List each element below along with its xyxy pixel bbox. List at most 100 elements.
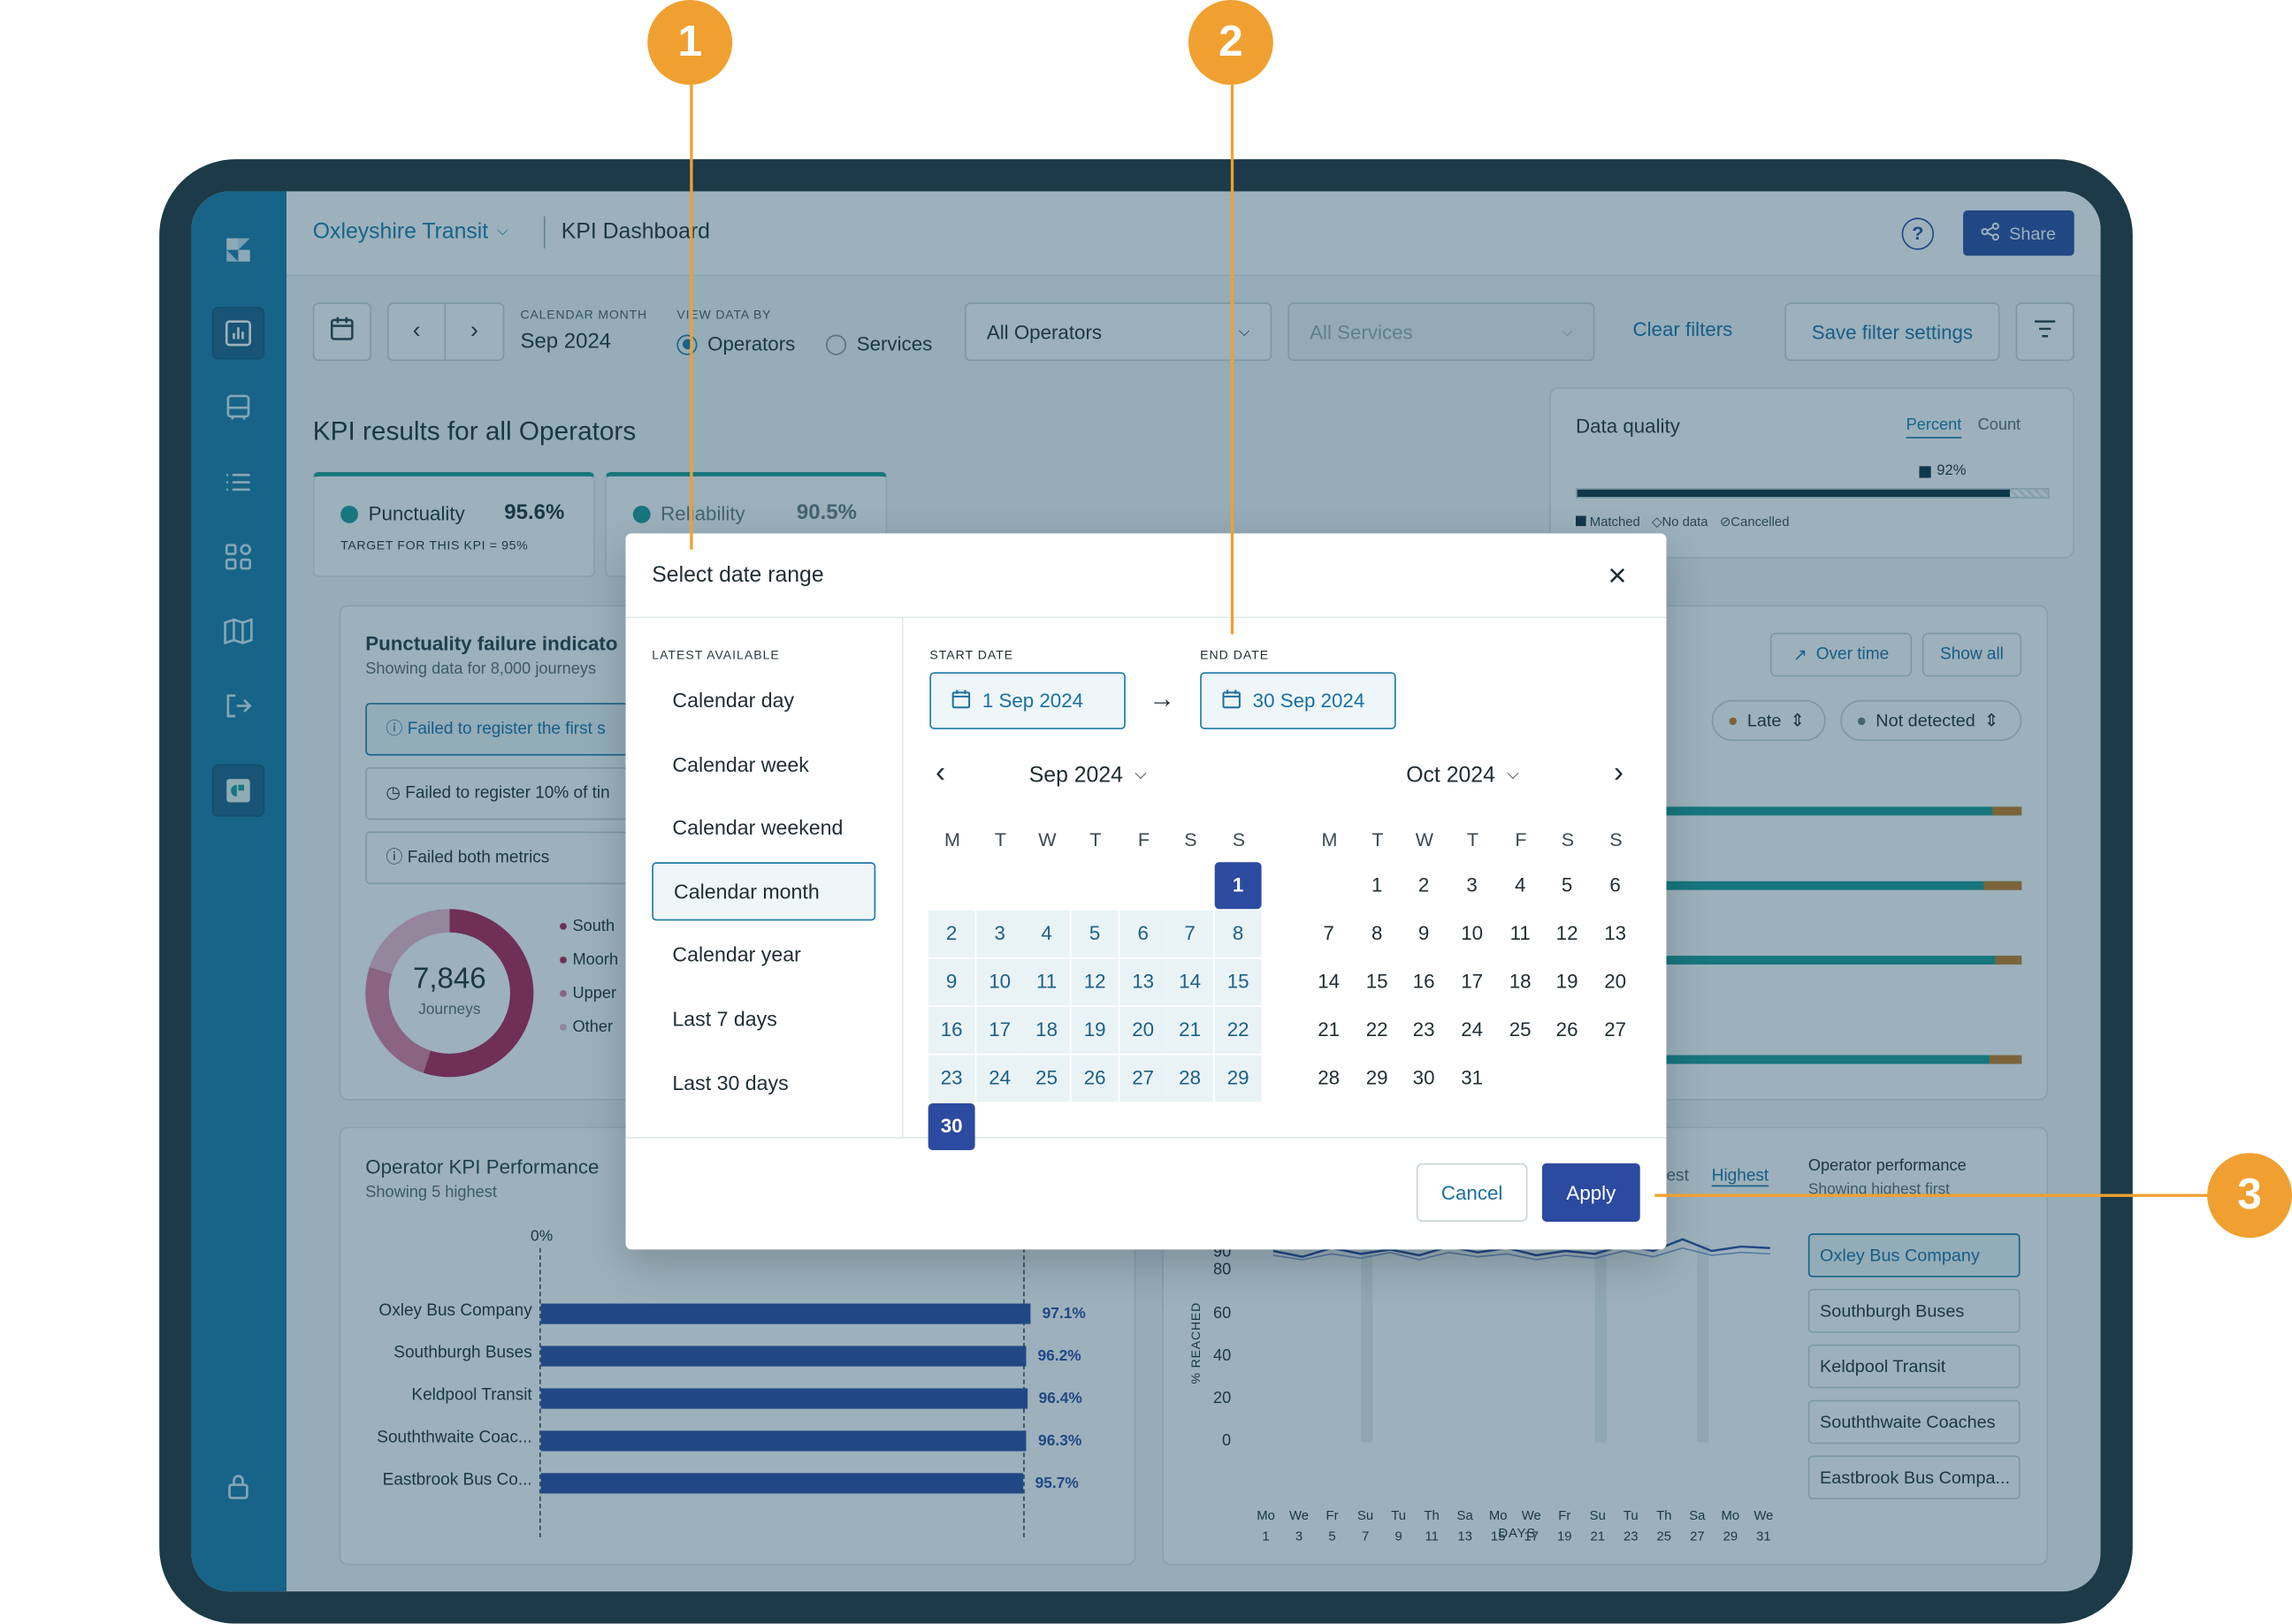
calendar-day[interactable]: 15: [1214, 958, 1262, 1006]
end-date-value: 30 Sep 2024: [1252, 690, 1365, 713]
calendar-day[interactable]: 12: [1544, 911, 1591, 957]
weekday-label: S: [1184, 828, 1197, 851]
calendar-day[interactable]: 11: [1023, 958, 1071, 1006]
calendar-day[interactable]: 6: [1592, 862, 1639, 909]
calendar-day[interactable]: 13: [1592, 911, 1639, 957]
cancel-button[interactable]: Cancel: [1416, 1163, 1528, 1222]
calendar-day[interactable]: 29: [1214, 1055, 1262, 1102]
calendar-day[interactable]: 20: [1592, 958, 1639, 1005]
prev-month-chevron-icon[interactable]: ‹: [936, 759, 945, 788]
calendar-day[interactable]: 27: [1119, 1055, 1167, 1102]
calendar-day[interactable]: 17: [976, 1006, 1024, 1054]
calendar-day[interactable]: 5: [1544, 862, 1591, 909]
callout-marker: 2: [1188, 0, 1273, 85]
calendar-day[interactable]: 10: [976, 958, 1024, 1006]
divider: [625, 1137, 1667, 1139]
chevron-down-icon: ⌵: [1135, 766, 1147, 784]
calendar-day[interactable]: 3: [1448, 862, 1495, 909]
calendar-day[interactable]: 2: [928, 910, 975, 957]
calendar-day[interactable]: 12: [1071, 958, 1119, 1006]
calendar-day[interactable]: 23: [928, 1055, 975, 1102]
divider: [625, 616, 1667, 619]
weekday-label: S: [1609, 828, 1623, 851]
calendar-day[interactable]: 13: [1119, 958, 1167, 1006]
calendar-day[interactable]: 25: [1023, 1055, 1071, 1102]
right-month-select[interactable]: Oct 2024 ⌵: [1406, 763, 1519, 788]
calendar-day[interactable]: 26: [1071, 1055, 1119, 1102]
calendar-day[interactable]: 16: [1401, 958, 1448, 1005]
calendar-day[interactable]: 1: [1214, 862, 1262, 910]
calendar-day[interactable]: 21: [1166, 1006, 1214, 1054]
arrow-right-icon: →: [1149, 683, 1176, 713]
calendar-day[interactable]: 30: [928, 1103, 975, 1150]
start-date-value: 1 Sep 2024: [982, 690, 1084, 713]
calendar-day[interactable]: 18: [1023, 1006, 1071, 1054]
calendar-day[interactable]: 3: [976, 910, 1024, 957]
close-icon[interactable]: ×: [1608, 559, 1626, 591]
apply-button[interactable]: Apply: [1541, 1163, 1640, 1222]
calendar-day[interactable]: 15: [1354, 958, 1401, 1005]
left-month-select[interactable]: Sep 2024 ⌵: [1029, 763, 1147, 788]
calendar-day[interactable]: 29: [1354, 1056, 1401, 1102]
preset-calendar-day[interactable]: Calendar day: [652, 671, 875, 729]
calendar-day[interactable]: 22: [1214, 1006, 1262, 1054]
calendar-day[interactable]: 28: [1305, 1056, 1352, 1102]
callout-line: [690, 84, 693, 550]
modal-title: Select date range: [652, 562, 824, 588]
weekday-label: T: [1466, 828, 1479, 851]
calendar-day[interactable]: 16: [928, 1006, 975, 1054]
start-date-label: START DATE: [929, 647, 1014, 662]
next-month-chevron-icon[interactable]: ›: [1614, 759, 1624, 788]
preset-calendar-weekend[interactable]: Calendar weekend: [652, 798, 875, 857]
preset-calendar-year[interactable]: Calendar year: [652, 925, 875, 983]
calendar-day[interactable]: 8: [1214, 910, 1262, 957]
calendar-day[interactable]: 22: [1354, 1007, 1401, 1054]
calendar-icon: [951, 689, 971, 712]
weekday-label: W: [1038, 828, 1057, 851]
calendar-day[interactable]: 9: [1401, 911, 1448, 957]
weekday-label: S: [1561, 828, 1575, 851]
calendar-day[interactable]: 23: [1401, 1007, 1448, 1054]
preset-calendar-week[interactable]: Calendar week: [652, 735, 875, 793]
calendar-day[interactable]: 18: [1497, 958, 1544, 1005]
calendar-day[interactable]: 28: [1166, 1055, 1214, 1102]
calendar-day[interactable]: 11: [1497, 911, 1544, 957]
end-date-label: END DATE: [1200, 647, 1270, 662]
chevron-down-icon: ⌵: [1507, 766, 1519, 784]
calendar-day[interactable]: 17: [1448, 958, 1495, 1005]
calendar-day[interactable]: 24: [976, 1055, 1024, 1102]
calendar-day[interactable]: 4: [1023, 910, 1071, 957]
calendar-day[interactable]: 6: [1119, 910, 1167, 957]
end-date-field[interactable]: 30 Sep 2024: [1200, 672, 1396, 729]
calendar-day[interactable]: 24: [1448, 1007, 1495, 1054]
calendar-day[interactable]: 30: [1401, 1056, 1448, 1102]
calendar-day[interactable]: 8: [1354, 911, 1401, 957]
date-range-modal: Select date range × LATEST AVAILABLE Cal…: [625, 533, 1667, 1250]
calendar-day[interactable]: 26: [1544, 1007, 1591, 1054]
start-date-field[interactable]: 1 Sep 2024: [929, 672, 1126, 729]
calendar-day[interactable]: 14: [1305, 958, 1352, 1005]
calendar-day[interactable]: 1: [1354, 862, 1401, 909]
weekday-label: F: [1515, 828, 1527, 851]
calendar-day[interactable]: 4: [1497, 862, 1544, 909]
weekday-label: T: [1371, 828, 1384, 851]
preset-last-7-days[interactable]: Last 7 days: [652, 989, 875, 1048]
calendar-day[interactable]: 7: [1305, 911, 1352, 957]
calendar-day[interactable]: 27: [1592, 1007, 1639, 1054]
calendar-day[interactable]: 31: [1448, 1056, 1495, 1102]
calendar-day[interactable]: 10: [1448, 911, 1495, 957]
preset-calendar-month[interactable]: Calendar month: [652, 862, 876, 921]
calendar-day[interactable]: 7: [1166, 910, 1214, 957]
calendar-day[interactable]: 25: [1497, 1007, 1544, 1054]
calendar-day[interactable]: 19: [1071, 1006, 1119, 1054]
calendar-day[interactable]: 19: [1544, 958, 1591, 1005]
calendar-day[interactable]: 2: [1401, 862, 1448, 909]
weekday-label: T: [1089, 828, 1102, 851]
preset-last-30-days[interactable]: Last 30 days: [652, 1054, 875, 1112]
calendar-day[interactable]: 20: [1119, 1006, 1167, 1054]
calendar-day[interactable]: 14: [1166, 958, 1214, 1006]
calendar-day[interactable]: 9: [928, 958, 975, 1006]
weekday-label: M: [1321, 828, 1338, 851]
calendar-day[interactable]: 21: [1305, 1007, 1352, 1054]
calendar-day[interactable]: 5: [1071, 910, 1119, 957]
